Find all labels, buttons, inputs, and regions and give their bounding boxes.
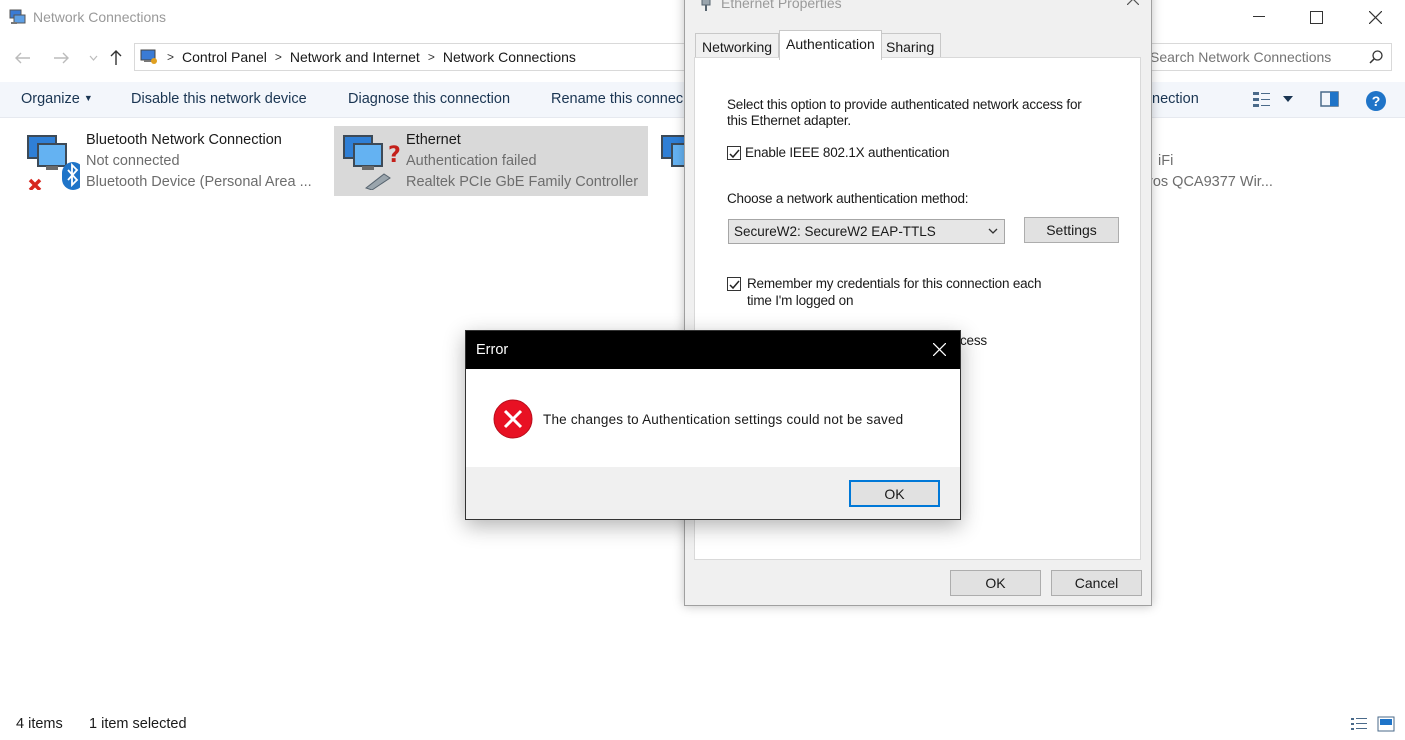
error-title: Error [476, 342, 509, 358]
chevron-right-icon: > [167, 50, 175, 64]
recent-locations-button[interactable] [82, 48, 104, 68]
forward-button[interactable] [50, 48, 72, 68]
up-button[interactable] [105, 48, 127, 68]
view-options-caret-icon[interactable] [1283, 96, 1293, 102]
tab-sharing[interactable]: Sharing [879, 33, 942, 59]
large-icons-view-icon[interactable] [1377, 716, 1395, 732]
breadcrumb-network-internet[interactable]: Network and Internet [290, 49, 420, 65]
close-icon[interactable] [933, 343, 946, 356]
connection-device: Realtek PCIe GbE Family Controller [406, 174, 639, 190]
close-icon[interactable] [1127, 0, 1139, 5]
minimize-icon [1253, 16, 1265, 17]
organize-menu[interactable]: Organize ▼ [21, 91, 93, 107]
tab-networking[interactable]: Networking [695, 33, 780, 59]
dialog-title: Ethernet Properties [721, 0, 842, 11]
rename-connection-button[interactable]: Rename this connec [551, 91, 683, 107]
enable-8021x-label: Enable IEEE 802.1X authentication [745, 145, 950, 160]
remember-credentials-line2: time I'm logged on [747, 293, 854, 308]
chevron-right-icon: > [274, 50, 282, 64]
connection-item-ethernet[interactable]: ? Ethernet Authentication failed Realtek… [334, 126, 648, 196]
close-button[interactable] [1352, 0, 1398, 34]
help-icon[interactable]: ? [1365, 90, 1387, 112]
connection-item-bluetooth[interactable]: Bluetooth Network Connection Not connect… [14, 126, 326, 196]
breadcrumb-network-connections[interactable]: Network Connections [443, 49, 576, 65]
method-label: Choose a network authentication method: [727, 191, 969, 206]
properties-cancel-button[interactable]: Cancel [1051, 570, 1142, 596]
selection-count: 1 item selected [89, 716, 187, 732]
error-message: The changes to Authentication settings c… [543, 412, 904, 427]
control-panel-icon [140, 49, 157, 64]
intro-text-line1: Select this option to provide authentica… [727, 97, 1082, 112]
network-connections-icon [9, 9, 26, 24]
close-icon [1368, 10, 1382, 24]
chevron-down-icon [89, 55, 97, 61]
tab-authentication[interactable]: Authentication [779, 30, 882, 60]
connection-status: Not connected [86, 153, 180, 169]
minimize-button[interactable] [1236, 0, 1282, 34]
status-bar: 4 items 1 item selected [0, 712, 1405, 740]
ethernet-adapter-icon [701, 0, 711, 11]
maximize-icon [1309, 10, 1323, 24]
connection-name: Ethernet [406, 132, 461, 148]
remember-credentials-checkbox[interactable] [727, 277, 741, 291]
breadcrumb-control-panel[interactable]: Control Panel [182, 49, 267, 65]
error-dialog: Error The changes to Authentication sett… [465, 330, 961, 520]
error-body: The changes to Authentication settings c… [466, 369, 960, 467]
connection-device: ros QCA9377 Wir... [1148, 174, 1273, 190]
error-footer: OK [466, 467, 960, 519]
details-view-icon[interactable] [1350, 716, 1368, 732]
disable-device-button[interactable]: Disable this network device [131, 91, 307, 107]
enable-8021x-checkbox[interactable] [727, 146, 741, 160]
auth-method-value: SecureW2: SecureW2 EAP-TTLS [734, 224, 936, 239]
window-title: Network Connections [33, 9, 167, 25]
checkmark-icon [729, 280, 740, 290]
svg-text:?: ? [1372, 93, 1381, 109]
checkmark-icon [729, 149, 740, 159]
diagnose-connection-button[interactable]: Diagnose this connection [348, 91, 510, 107]
settings-button[interactable]: Settings [1024, 217, 1119, 243]
back-button[interactable] [12, 48, 34, 68]
change-view-icon[interactable] [1252, 90, 1272, 108]
forward-arrow-icon [54, 52, 69, 64]
fallback-access-label: cess [960, 333, 987, 348]
error-ok-button[interactable]: OK [849, 480, 940, 507]
search-box[interactable] [1146, 43, 1392, 71]
remember-credentials-line1: Remember my credentials for this connect… [747, 276, 1042, 291]
search-input[interactable] [1146, 49, 1356, 65]
error-title-bar: Error [466, 331, 960, 369]
up-arrow-icon [110, 50, 122, 65]
properties-ok-button[interactable]: OK [950, 570, 1041, 596]
chevron-right-icon: > [427, 50, 435, 64]
change-settings-button[interactable]: nection [1152, 91, 1199, 107]
search-icon [1369, 50, 1383, 64]
connection-status: Authentication failed [406, 153, 537, 169]
connection-status: iFi [1158, 153, 1174, 169]
connection-name: Bluetooth Network Connection [86, 132, 282, 148]
caret-down-icon: ▼ [83, 93, 93, 103]
maximize-button[interactable] [1293, 0, 1339, 34]
connection-device: Bluetooth Device (Personal Area ... [86, 174, 312, 190]
chevron-down-icon [988, 228, 998, 234]
back-arrow-icon [15, 52, 30, 64]
svg-text:?: ? [388, 143, 400, 168]
ethernet-warning-icon: ? [343, 135, 400, 190]
preview-pane-icon[interactable] [1320, 90, 1340, 108]
organize-label: Organize [21, 91, 80, 107]
item-count: 4 items [16, 716, 63, 732]
intro-text-line2: this Ethernet adapter. [727, 113, 851, 128]
error-icon [493, 399, 533, 439]
bluetooth-network-icon [27, 135, 80, 190]
auth-method-dropdown[interactable]: SecureW2: SecureW2 EAP-TTLS [728, 219, 1005, 244]
